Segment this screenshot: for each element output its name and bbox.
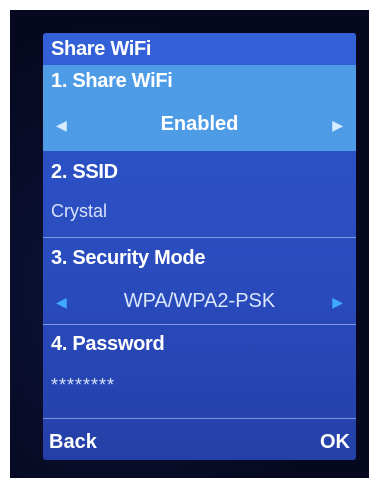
menu-item-password[interactable]: 4. Password ********	[43, 325, 356, 415]
menu-item-value: ********	[51, 375, 116, 395]
menu-item-ssid[interactable]: 2. SSID Crystal	[43, 151, 356, 237]
menu-item-label: 1. Share WiFi	[51, 70, 173, 92]
menu-item-share-wifi[interactable]: 1. Share WiFi ◀ Enabled ▶	[43, 65, 356, 151]
back-softkey[interactable]: Back	[49, 431, 97, 454]
menu-item-label: 4. Password	[51, 333, 165, 355]
menu-item-security-mode[interactable]: 3. Security Mode ◀ WPA/WPA2-PSK ▶	[43, 238, 356, 324]
page-title: Share WiFi	[51, 38, 152, 60]
menu-item-value: Enabled	[160, 113, 239, 135]
divider	[43, 418, 356, 419]
menu-item-value: Crystal	[51, 201, 108, 221]
menu-item-value: WPA/WPA2-PSK	[123, 290, 276, 312]
device-screen: Share WiFi 1. Share WiFi ◀ Enabled ▶ 2. …	[43, 33, 356, 460]
menu-item-label: 3. Security Mode	[51, 247, 206, 269]
left-triangle-icon[interactable]: ◀	[56, 118, 67, 132]
ok-softkey[interactable]: OK	[320, 431, 350, 454]
right-triangle-icon[interactable]: ▶	[332, 118, 343, 132]
right-triangle-icon[interactable]: ▶	[332, 295, 343, 309]
device-photo: Share WiFi 1. Share WiFi ◀ Enabled ▶ 2. …	[10, 10, 369, 478]
left-triangle-icon[interactable]: ◀	[56, 295, 67, 309]
menu-item-label: 2. SSID	[51, 161, 118, 183]
title-bar: Share WiFi	[43, 33, 356, 65]
